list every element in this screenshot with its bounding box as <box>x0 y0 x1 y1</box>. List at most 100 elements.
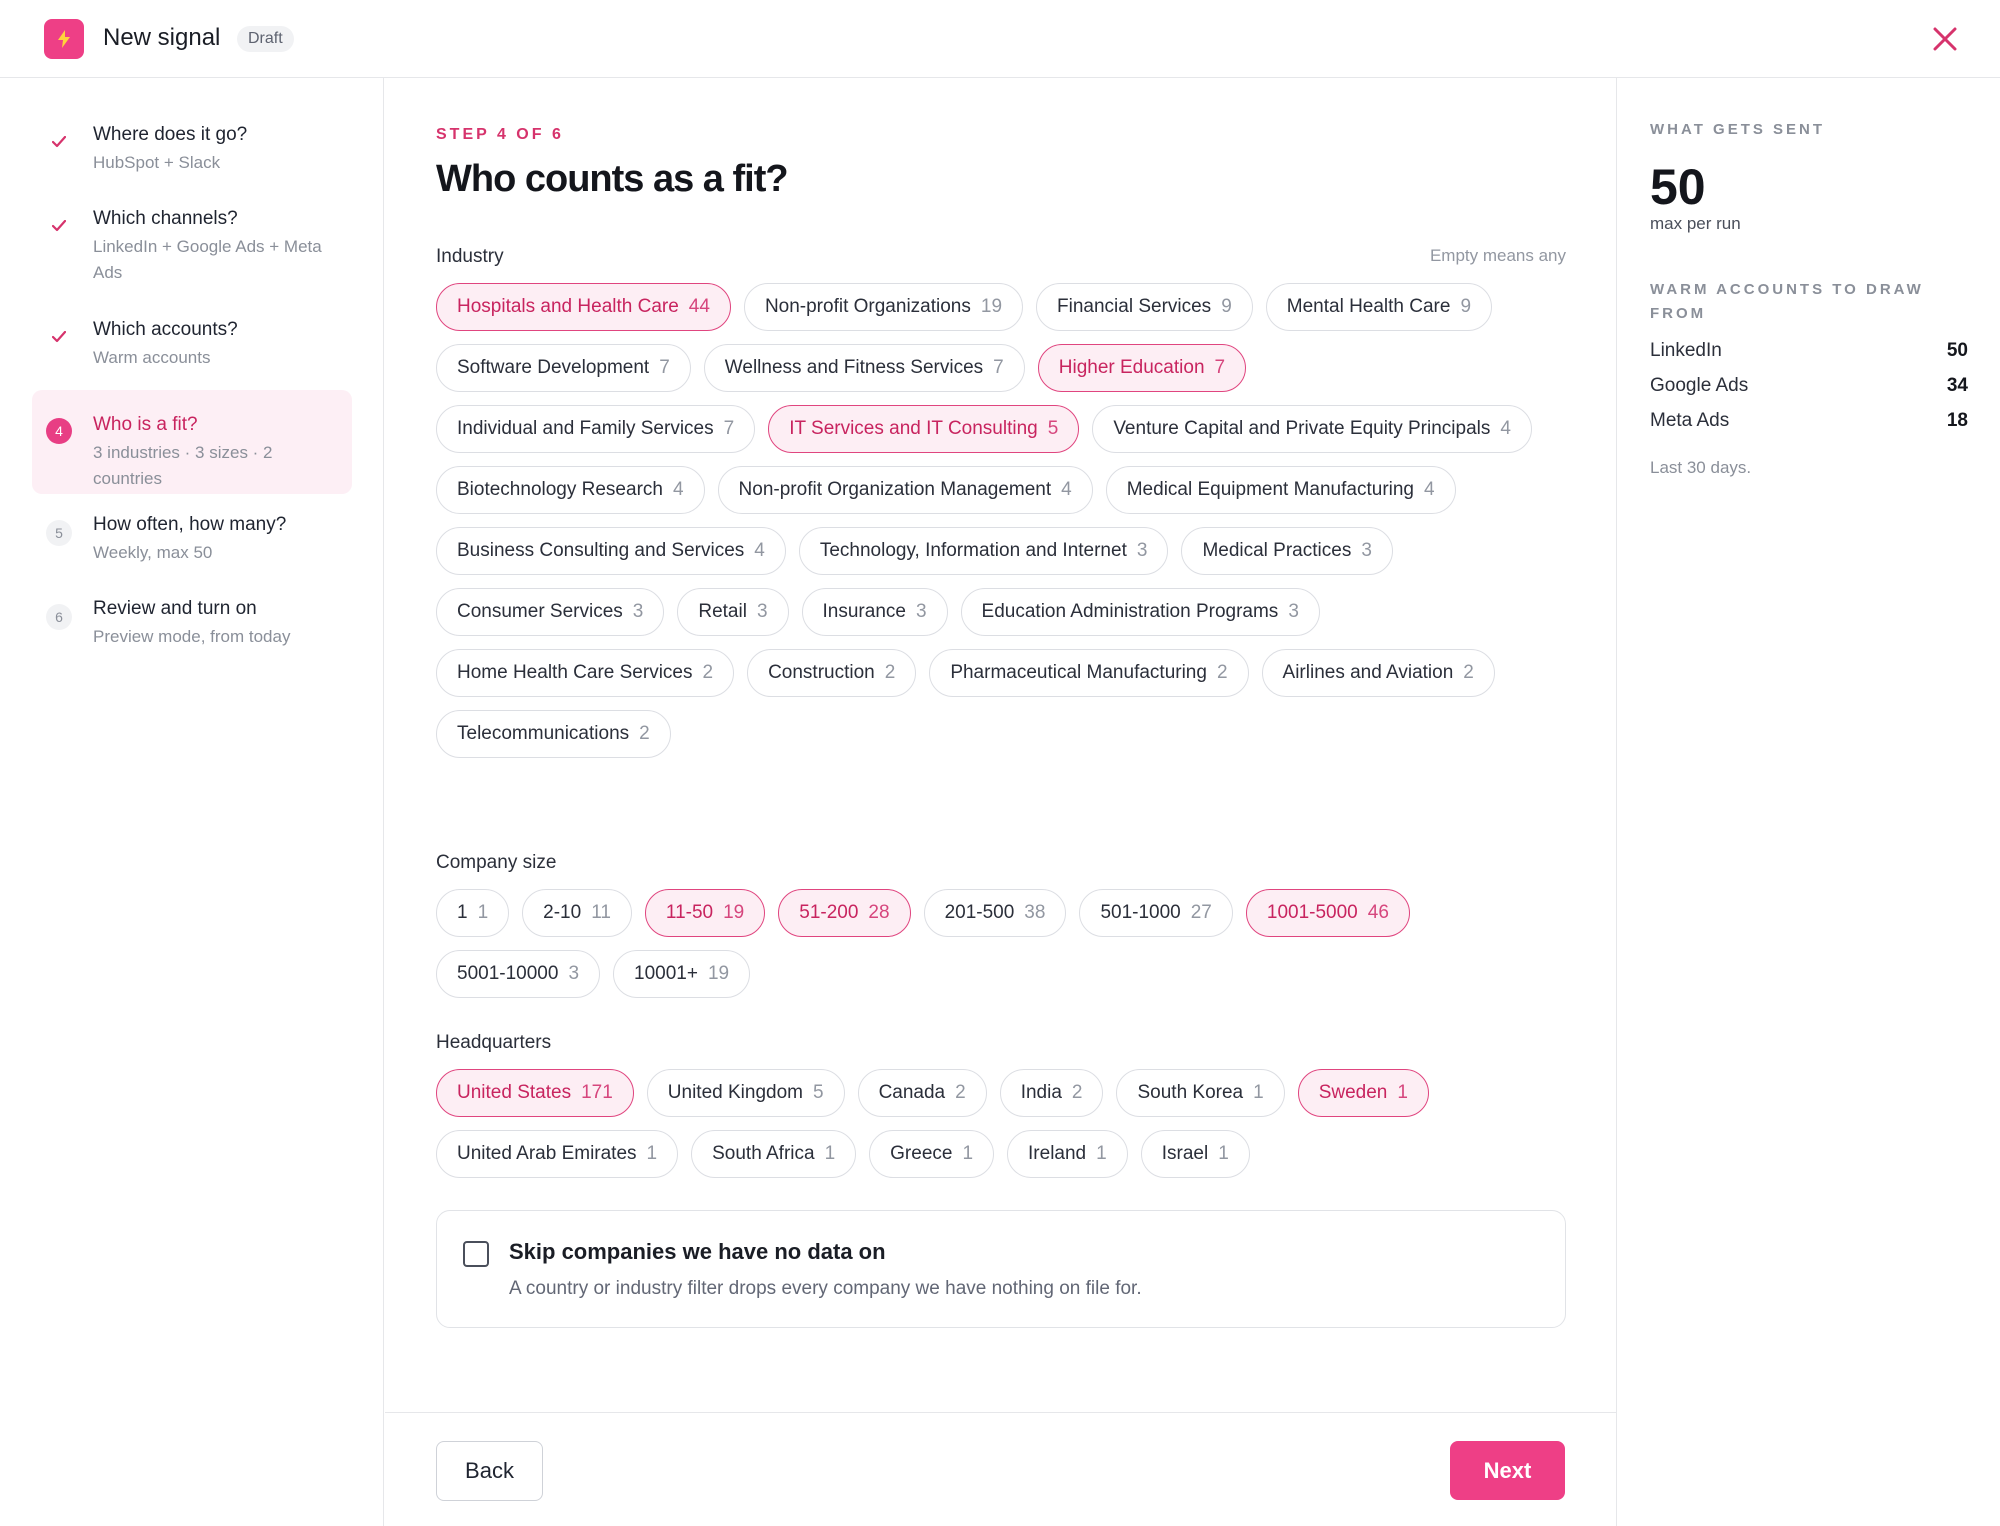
main-content: STEP 4 OF 6 Who counts as a fit? Industr… <box>385 78 1616 1412</box>
chip-label: 10001+ <box>634 963 698 984</box>
industry-chip[interactable]: Non-profit Organizations 19 <box>743 283 1024 331</box>
industry-chip[interactable]: Construction 2 <box>747 649 917 697</box>
company-size-chip[interactable]: 51-200 28 <box>778 889 911 937</box>
sidebar-step-frequency[interactable]: 5 How often, how many? Weekly, max 50 <box>32 512 352 572</box>
chip-count: 3 <box>632 601 644 622</box>
chip-count: 3 <box>1288 601 1299 622</box>
industry-chip[interactable]: Telecommunications 2 <box>436 710 671 758</box>
step-title: Which accounts? <box>93 319 238 340</box>
headquarters-chip[interactable]: Sweden 1 <box>1297 1069 1429 1117</box>
chip-label: Retail <box>698 601 747 622</box>
headquarters-chip[interactable]: United States 171 <box>436 1069 634 1117</box>
industry-chip[interactable]: Venture Capital and Private Equity Princ… <box>1092 405 1532 453</box>
industry-chip[interactable]: Wellness and Fitness Services 7 <box>703 344 1025 392</box>
industry-chip[interactable]: Biotechnology Research 4 <box>436 466 705 514</box>
channel-name: LinkedIn <box>1650 340 1722 361</box>
chip-label: Construction <box>768 662 875 683</box>
company-size-chip[interactable]: 10001+ 19 <box>613 950 751 998</box>
chip-label: Technology, Information and Internet <box>819 540 1127 561</box>
industry-chip[interactable]: Consumer Services 3 <box>436 588 665 636</box>
industry-chip[interactable]: Individual and Family Services 7 <box>436 405 756 453</box>
company-size-chip[interactable]: 1001-5000 46 <box>1245 889 1410 937</box>
industry-chip[interactable]: Software Development 7 <box>436 344 691 392</box>
sidebar-step-destination[interactable]: Where does it go? HubSpot + Slack <box>32 122 352 192</box>
company-size-chip[interactable]: 201-500 38 <box>923 889 1067 937</box>
company-size-chip[interactable]: 2-10 11 <box>522 889 632 937</box>
headquarters-chip[interactable]: Greece 1 <box>869 1130 995 1178</box>
headquarters-chip[interactable]: United Kingdom 5 <box>646 1069 845 1117</box>
back-button[interactable]: Back <box>436 1441 543 1501</box>
next-button[interactable]: Next <box>1450 1441 1565 1500</box>
headquarters-chip-group: United States 171 United Kingdom 5 Canada 2 In… <box>436 1069 1571 1178</box>
close-button[interactable] <box>1928 22 1962 56</box>
headquarters-chip[interactable]: United Arab Emirates 1 <box>436 1130 679 1178</box>
sidebar-step-review[interactable]: 6 Review and turn on Preview mode, from … <box>32 596 352 656</box>
channel-name: Meta Ads <box>1650 410 1730 431</box>
industry-chip[interactable]: Non-profit Organization Management 4 <box>717 466 1093 514</box>
industry-chip[interactable]: Airlines and Aviation 2 <box>1261 649 1495 697</box>
headquarters-chip[interactable]: Ireland 1 <box>1007 1130 1128 1178</box>
headquarters-chip[interactable]: South Africa 1 <box>691 1130 857 1178</box>
sidebar-step-fit[interactable]: 4 Who is a fit? 3 industries · 3 sizes ·… <box>32 390 352 494</box>
company-size-chip[interactable]: 11 <box>436 889 510 937</box>
industry-chip[interactable]: Retail 3 <box>677 588 789 636</box>
headquarters-chip[interactable]: South Korea 1 <box>1116 1069 1285 1117</box>
chip-count: 7 <box>993 357 1004 378</box>
channel-row-meta-ads: Meta Ads 18 <box>1650 410 1968 432</box>
industry-chip[interactable]: Insurance 3 <box>801 588 948 636</box>
summary-section-label: WHAT GETS SENT <box>1650 121 1826 138</box>
headquarters-label: Headquarters <box>436 1032 552 1053</box>
page-title: Who counts as a fit? <box>436 158 789 200</box>
chip-label: Software Development <box>457 357 650 378</box>
company-size-chip[interactable]: 11-50 19 <box>644 889 766 937</box>
channel-row-google-ads: Google Ads 34 <box>1650 375 1968 397</box>
skip-no-data-option[interactable]: Skip companies we have no data on A coun… <box>436 1210 1566 1328</box>
industry-chip[interactable]: Medical Practices 3 <box>1181 527 1393 575</box>
chip-label: Insurance <box>822 601 906 622</box>
industry-chip[interactable]: Medical Equipment Manufacturing 4 <box>1105 466 1456 514</box>
chip-label: Home Health Care Services <box>457 662 693 683</box>
chip-count: 5 <box>1047 418 1059 439</box>
company-size-chip[interactable]: 5001-10000 3 <box>436 950 601 998</box>
headquarters-chip[interactable]: India 2 <box>999 1069 1104 1117</box>
chip-count: 4 <box>754 540 765 561</box>
company-size-chip-group: 1 1 2-10 11 11-50 19 51-200 28 201-500 38 501-1000… <box>436 889 1571 998</box>
industry-chip[interactable]: Technology, Information and Internet 3 <box>798 527 1169 575</box>
headquarters-chip[interactable]: Canada 2 <box>857 1069 987 1117</box>
chip-label: Biotechnology Research <box>457 479 663 500</box>
sidebar-step-channels[interactable]: Which channels? LinkedIn + Google Ads + … <box>32 206 352 286</box>
industry-chip[interactable]: Business Consulting and Services 4 <box>436 527 786 575</box>
industry-chip[interactable]: Higher Education 7 <box>1037 344 1247 392</box>
sidebar-step-accounts[interactable]: Which accounts? Warm accounts <box>32 317 352 377</box>
industry-label: Industry <box>436 246 504 267</box>
chip-count: 1 <box>824 1143 836 1164</box>
chip-label: Medical Practices <box>1202 540 1352 561</box>
wizard-footer: Back Next <box>385 1412 1616 1526</box>
headquarters-chip[interactable]: Israel 1 <box>1140 1130 1250 1178</box>
company-size-chip[interactable]: 501-1000 27 <box>1079 889 1233 937</box>
chip-label: Airlines and Aviation <box>1282 662 1454 683</box>
chip-label: Ireland <box>1028 1143 1087 1164</box>
chip-label: United Arab Emirates <box>457 1143 637 1164</box>
chip-count: 2 <box>955 1082 966 1103</box>
chip-count: 11 <box>591 902 611 923</box>
chip-label: Education Administration Programs <box>981 601 1279 622</box>
chip-label: Medical Equipment Manufacturing <box>1126 479 1414 500</box>
chip-count: 1 <box>477 902 489 923</box>
chip-count: 2 <box>702 662 714 683</box>
chip-label: United States <box>457 1082 572 1103</box>
industry-chip[interactable]: IT Services and IT Consulting 5 <box>768 405 1080 453</box>
chip-label: Business Consulting and Services <box>457 540 745 561</box>
chip-count: 3 <box>915 601 927 622</box>
industry-chip[interactable]: Mental Health Care 9 <box>1265 283 1493 331</box>
top-bar: New signal Draft <box>0 0 2000 78</box>
industry-chip[interactable]: Hospitals and Health Care 44 <box>436 283 731 331</box>
industry-chip[interactable]: Home Health Care Services 2 <box>436 649 735 697</box>
chip-label: Canada <box>878 1082 946 1103</box>
close-icon <box>1933 27 1957 51</box>
industry-chip[interactable]: Financial Services 9 <box>1036 283 1253 331</box>
industry-chip[interactable]: Pharmaceutical Manufacturing 2 <box>929 649 1249 697</box>
skip-no-data-checkbox[interactable] <box>463 1241 489 1267</box>
industry-chip[interactable]: Education Administration Programs 3 <box>960 588 1320 636</box>
chip-label: Non-profit Organization Management <box>738 479 1052 500</box>
